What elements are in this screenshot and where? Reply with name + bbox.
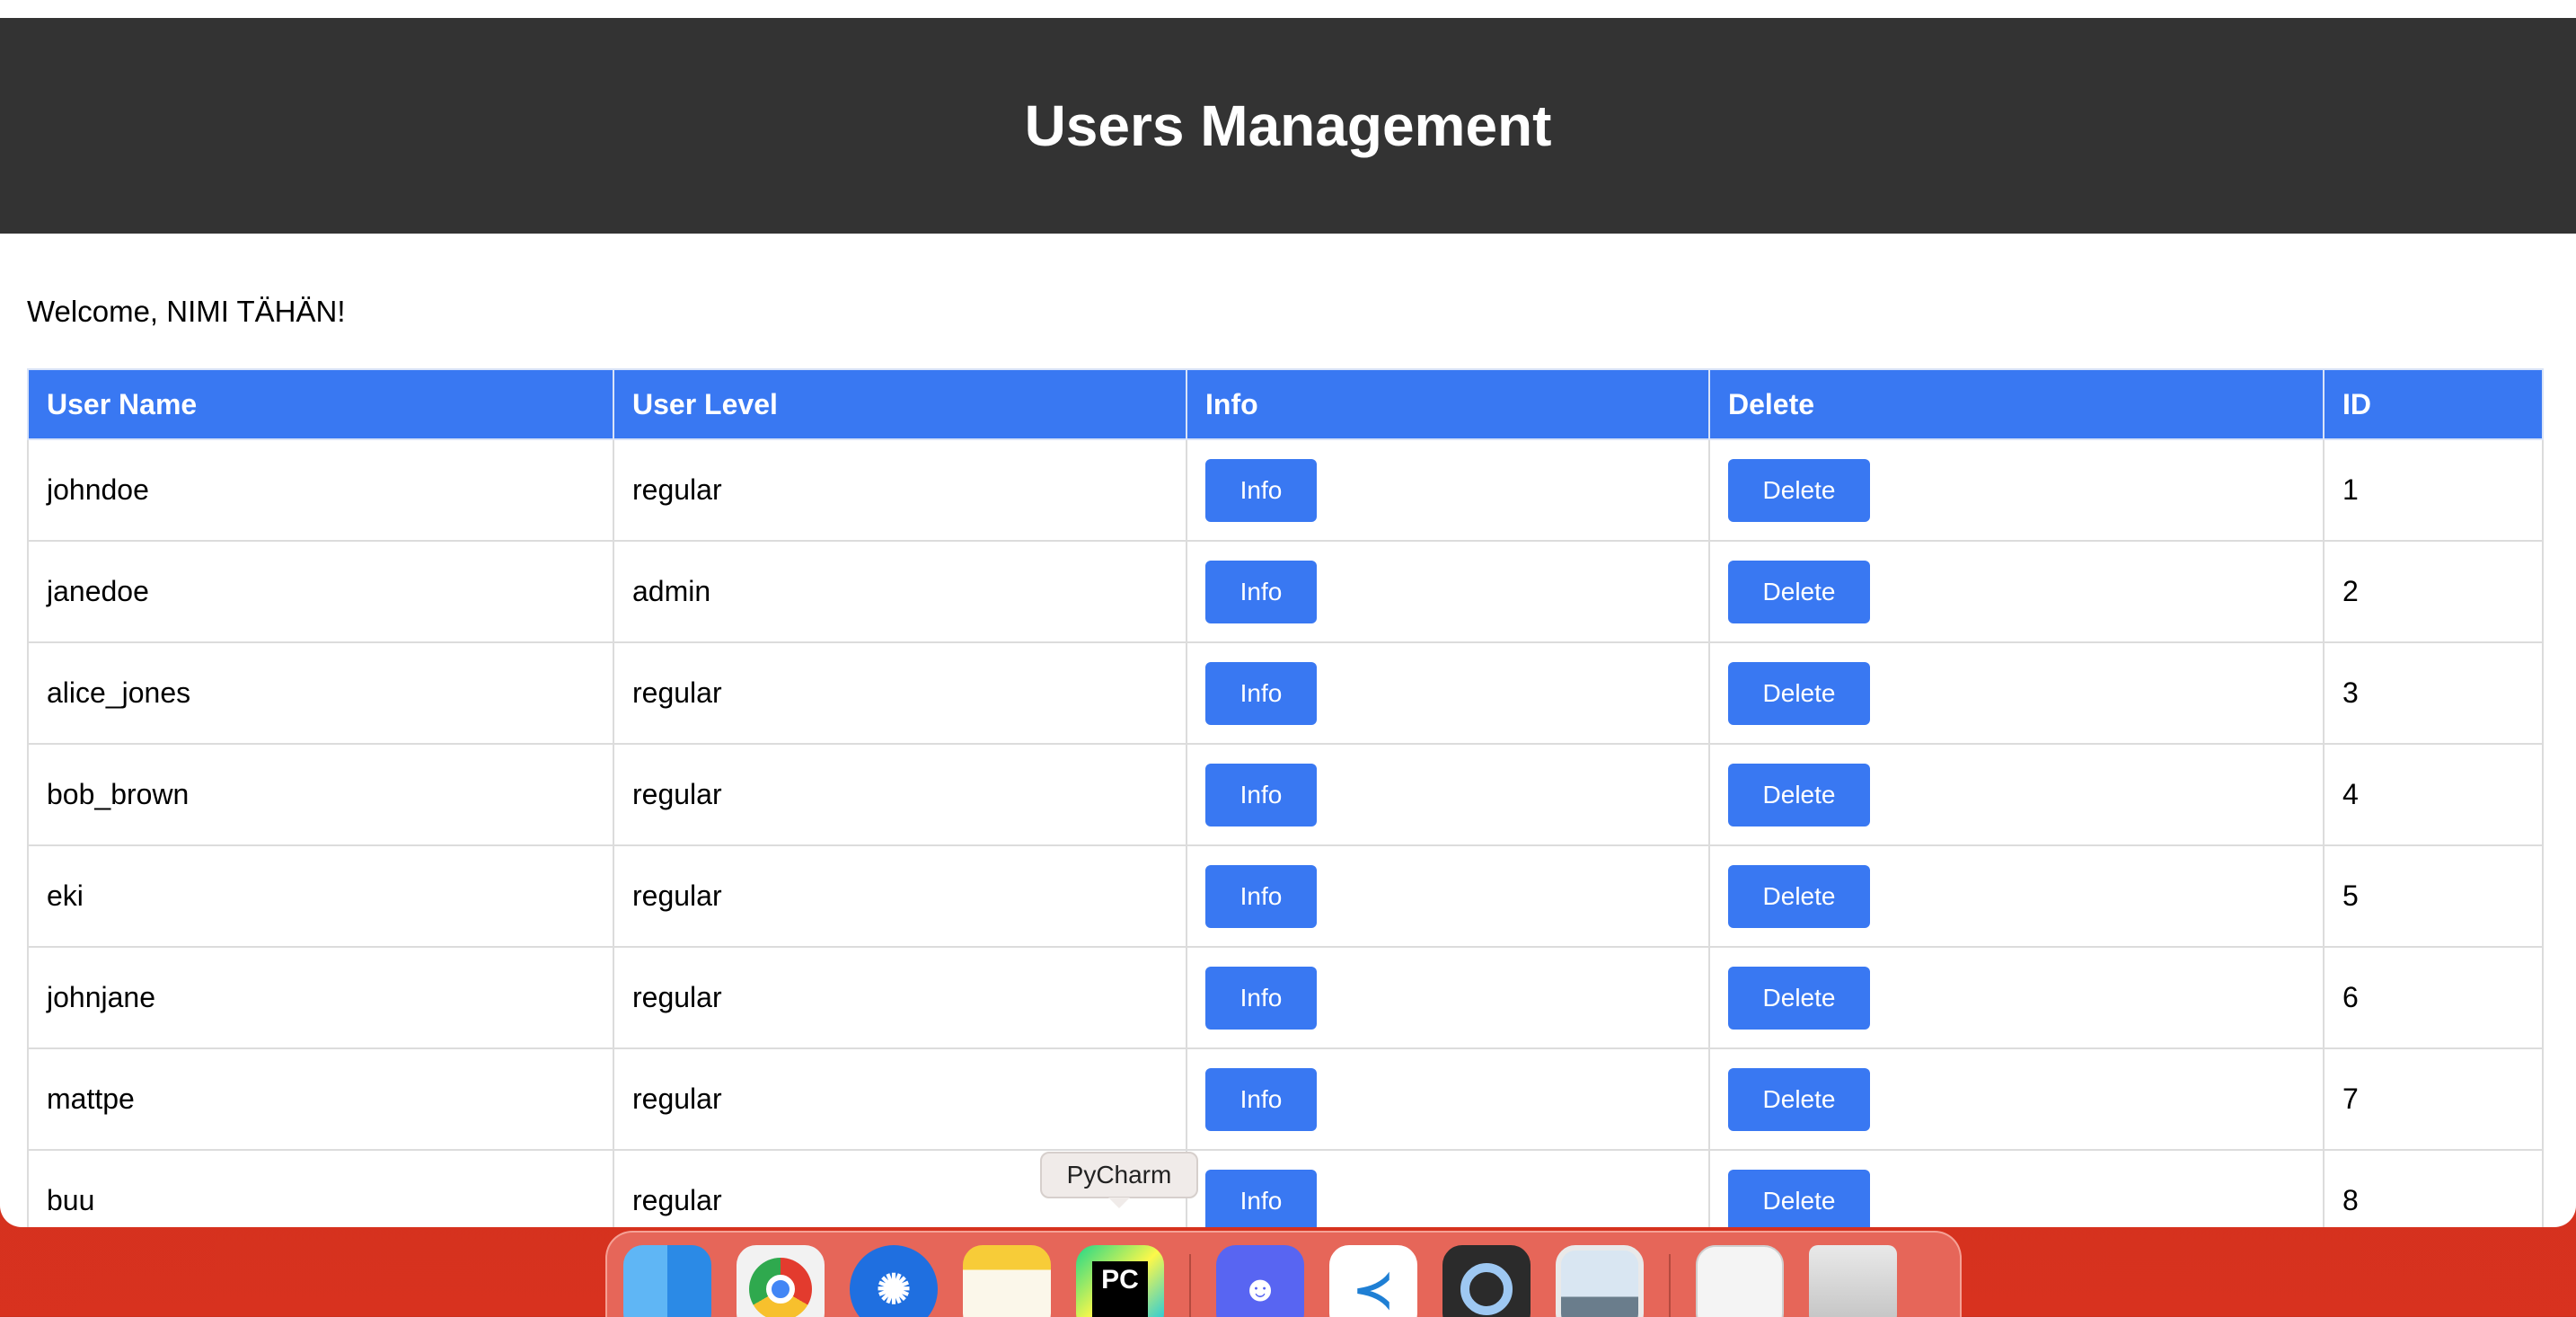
info-cell: Info [1186, 540, 1710, 643]
username-cell: eki [27, 844, 614, 948]
user-level-cell: regular [613, 844, 1187, 948]
delete-button[interactable]: Delete [1728, 966, 1870, 1030]
vscode-icon[interactable]: ≺ [1329, 1245, 1417, 1317]
username-cell: buu [27, 1149, 614, 1227]
column-header-user-level: User Level [613, 368, 1187, 440]
username-cell: janedoe [27, 540, 614, 643]
quicktime-icon[interactable] [1442, 1245, 1531, 1317]
delete-button[interactable]: Delete [1728, 1169, 1870, 1227]
info-button[interactable]: Info [1205, 966, 1317, 1030]
info-cell: Info [1186, 1149, 1710, 1227]
battlenet-icon[interactable]: ✺ [850, 1245, 938, 1317]
user-level-cell: regular [613, 743, 1187, 846]
delete-cell: Delete [1708, 1149, 2325, 1227]
delete-cell: Delete [1708, 946, 2325, 1049]
username-cell: johnjane [27, 946, 614, 1049]
delete-cell: Delete [1708, 641, 2325, 745]
tooltip-arrow-icon [1108, 1198, 1130, 1208]
column-header-username: User Name [27, 368, 614, 440]
table-row: mattpe regular Info Delete 7 [27, 1047, 2544, 1151]
table-row: johndoe regular Info Delete 1 [27, 438, 2544, 542]
delete-button[interactable]: Delete [1728, 864, 1870, 928]
table-row: alice_jones regular Info Delete 3 [27, 641, 2544, 745]
user-level-cell: regular [613, 641, 1187, 745]
username-cell: alice_jones [27, 641, 614, 745]
id-cell: 8 [2323, 1149, 2544, 1227]
id-cell: 7 [2323, 1047, 2544, 1151]
delete-button[interactable]: Delete [1728, 1067, 1870, 1131]
delete-button[interactable]: Delete [1728, 763, 1870, 826]
username-cell: johndoe [27, 438, 614, 542]
id-cell: 5 [2323, 844, 2544, 948]
table-row: eki regular Info Delete 5 [27, 844, 2544, 948]
column-header-delete: Delete [1708, 368, 2325, 440]
info-button[interactable]: Info [1205, 1169, 1317, 1227]
notes-icon[interactable] [963, 1245, 1051, 1317]
id-cell: 4 [2323, 743, 2544, 846]
delete-cell: Delete [1708, 743, 2325, 846]
id-cell: 6 [2323, 946, 2544, 1049]
dock-separator [1669, 1254, 1671, 1317]
dock-separator [1189, 1254, 1191, 1317]
delete-cell: Delete [1708, 540, 2325, 643]
browser-content: Users Management Welcome, NIMI TÄHÄN! Us… [0, 18, 2576, 1227]
delete-button[interactable]: Delete [1728, 458, 1870, 522]
chrome-logo-icon [749, 1258, 812, 1317]
info-button[interactable]: Info [1205, 1067, 1317, 1131]
dock-tooltip: PyCharm [1040, 1152, 1198, 1198]
finder-icon[interactable] [623, 1245, 711, 1317]
page-title: Users Management [1024, 93, 1552, 158]
info-cell: Info [1186, 641, 1710, 745]
table-row: janedoe admin Info Delete 2 [27, 540, 2544, 643]
info-cell: Info [1186, 844, 1710, 948]
pycharm-logo-text: PC [1092, 1261, 1148, 1317]
textedit-icon[interactable] [1696, 1245, 1784, 1317]
username-cell: bob_brown [27, 743, 614, 846]
delete-cell: Delete [1708, 438, 2325, 542]
info-button[interactable]: Info [1205, 763, 1317, 826]
column-header-id: ID [2323, 368, 2544, 440]
info-cell: Info [1186, 1047, 1710, 1151]
user-level-cell: regular [613, 946, 1187, 1049]
table-row: johnjane regular Info Delete 6 [27, 946, 2544, 1049]
discord-icon[interactable]: ☻ [1216, 1245, 1304, 1317]
info-cell: Info [1186, 438, 1710, 542]
delete-button[interactable]: Delete [1728, 661, 1870, 725]
preview-icon[interactable] [1556, 1245, 1644, 1317]
username-cell: mattpe [27, 1047, 614, 1151]
info-button[interactable]: Info [1205, 458, 1317, 522]
welcome-text: Welcome, NIMI TÄHÄN! [27, 295, 346, 328]
delete-cell: Delete [1708, 844, 2325, 948]
info-cell: Info [1186, 743, 1710, 846]
info-button[interactable]: Info [1205, 560, 1317, 623]
user-level-cell: admin [613, 540, 1187, 643]
chrome-icon[interactable] [737, 1245, 825, 1317]
id-cell: 1 [2323, 438, 2544, 542]
delete-cell: Delete [1708, 1047, 2325, 1151]
info-button[interactable]: Info [1205, 661, 1317, 725]
pycharm-icon[interactable]: PC [1076, 1245, 1164, 1317]
info-cell: Info [1186, 946, 1710, 1049]
table-row: buu regular Info Delete 8 [27, 1149, 2544, 1227]
quicktime-lens-icon [1460, 1263, 1513, 1315]
users-table: User Name User Level Info Delete ID john… [27, 368, 2544, 1227]
dock: ✺ PC ☻ ≺ [605, 1231, 1962, 1317]
info-button[interactable]: Info [1205, 864, 1317, 928]
column-header-info: Info [1186, 368, 1710, 440]
window-top-edge [0, 0, 2576, 18]
delete-button[interactable]: Delete [1728, 560, 1870, 623]
page-header: Users Management [0, 18, 2576, 234]
id-cell: 3 [2323, 641, 2544, 745]
table-row: bob_brown regular Info Delete 4 [27, 743, 2544, 846]
table-header-row: User Name User Level Info Delete ID [27, 368, 2544, 440]
user-level-cell: regular [613, 1047, 1187, 1151]
id-cell: 2 [2323, 540, 2544, 643]
user-level-cell: regular [613, 438, 1187, 542]
trash-icon[interactable] [1809, 1245, 1897, 1317]
